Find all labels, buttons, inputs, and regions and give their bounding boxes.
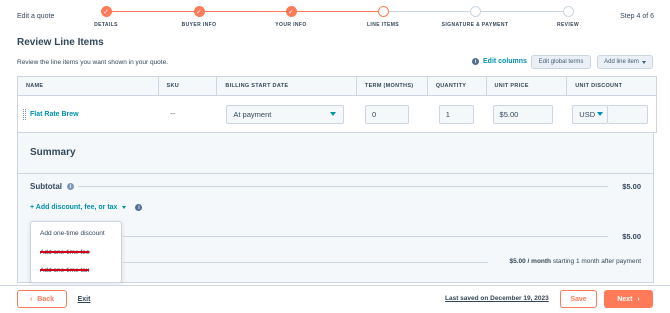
pending-step-dot (562, 6, 574, 17)
total-value: $5.00 (622, 232, 641, 241)
term-input[interactable]: 0 (364, 104, 409, 124)
step-details[interactable]: ✓ DETAILS (66, 6, 146, 28)
column-header-unit-discount[interactable]: UNIT DISCOUNT (567, 77, 656, 95)
unit-discount-input[interactable] (608, 104, 649, 124)
menu-item-add-fee[interactable]: Add one-time fee (40, 249, 90, 256)
step-signature-payment[interactable]: SIGNATURE & PAYMENT (435, 6, 515, 28)
caret-down-icon (122, 206, 127, 209)
save-button[interactable]: Save (560, 290, 597, 308)
chevron-right-icon: › (637, 295, 640, 303)
subtotal-label-group: Subtotal i (30, 182, 74, 191)
recurring-billing-text: $5.00 / month starting 1 month after pay… (509, 258, 641, 265)
add-discount-dropdown-menu: Add one-time discount Add one-time fee A… (30, 221, 122, 283)
subtotal-label: Subtotal (30, 182, 62, 191)
progress-track-completed (106, 11, 383, 12)
step-line-items[interactable]: LINE ITEMS (343, 6, 423, 28)
line-item-name-link[interactable]: Flat Rate Brew (30, 111, 79, 118)
subtotal-value: $5.00 (622, 182, 641, 191)
caret-down-icon (641, 60, 646, 64)
summary-title: Summary (30, 147, 76, 158)
check-icon: ✓ (100, 6, 112, 17)
section-description: Review the line items you want shown in … (17, 59, 169, 66)
column-header-unit-price[interactable]: UNIT PRICE (487, 77, 568, 95)
edit-columns-button[interactable]: i Edit columns (472, 58, 527, 65)
edit-global-terms-button[interactable]: Edit global terms (531, 55, 591, 69)
quote-progress-header: Edit a quote ✓ DETAILS ✓ BUYER INFO ✓ YO… (0, 0, 670, 33)
billing-start-value: At payment (233, 109, 272, 119)
check-icon: ✓ (285, 6, 297, 17)
edit-columns-label: Edit columns (483, 58, 527, 65)
line-item-sku: -- (170, 110, 176, 118)
next-button[interactable]: Next › (604, 290, 653, 308)
caret-down-icon (330, 112, 337, 116)
info-icon[interactable]: i (67, 183, 74, 190)
column-header-name[interactable]: NAME (18, 77, 159, 95)
table-header: NAME SKU BILLING START DATE TERM (MONTHS… (17, 76, 657, 96)
divider (123, 236, 608, 237)
step-your-info[interactable]: ✓ YOUR INFO (251, 6, 331, 28)
caret-down-icon (597, 112, 604, 116)
info-icon: i (472, 58, 479, 65)
back-button[interactable]: ‹ Back (17, 290, 67, 308)
column-header-quantity[interactable]: QUANTITY (428, 77, 487, 95)
line-items-table: NAME SKU BILLING START DATE TERM (MONTHS… (17, 76, 657, 133)
divider (78, 186, 608, 187)
back-label: Back (37, 295, 55, 303)
pending-step-dot (469, 6, 481, 17)
step-indicator: Step 4 of 6 (620, 13, 654, 20)
info-icon[interactable]: i (135, 204, 143, 211)
step-label: LINE ITEMS (366, 22, 400, 28)
step-label: SIGNATURE & PAYMENT (441, 22, 509, 28)
step-label: YOUR INFO (275, 22, 307, 28)
currency-value: USD (579, 109, 596, 119)
section-title: Review Line Items (17, 37, 104, 48)
divider (123, 262, 488, 263)
recurring-amount: $5.00 / month (509, 258, 552, 265)
last-saved-link[interactable]: Last saved on December 19, 2023 (445, 295, 549, 302)
step-label: BUYER INFO (181, 22, 217, 28)
quantity-input[interactable]: 1 (438, 104, 474, 124)
table-row: Flat Rate Brew -- At payment 0 1 $5.00 U… (17, 96, 657, 133)
add-discount-label: + Add discount, fee, or tax (30, 204, 118, 211)
add-discount-fee-tax-button[interactable]: + Add discount, fee, or tax i (30, 204, 143, 211)
divider (18, 173, 653, 174)
unit-price-input[interactable]: $5.00 (492, 104, 553, 124)
current-step-dot (377, 6, 389, 17)
step-label: REVIEW (556, 22, 580, 28)
menu-item-add-discount[interactable]: Add one-time discount (40, 230, 105, 237)
step-label: DETAILS (94, 22, 118, 28)
add-line-item-label: Add line item (604, 59, 639, 65)
next-label: Next (617, 295, 633, 303)
column-header-billing-start[interactable]: BILLING START DATE (217, 77, 357, 95)
exit-link[interactable]: Exit (77, 290, 91, 308)
drag-handle-icon[interactable] (23, 109, 26, 120)
edit-global-terms-label: Edit global terms (538, 59, 584, 65)
add-line-item-button[interactable]: Add line item (597, 55, 653, 69)
page-title: Edit a quote (17, 13, 55, 20)
currency-select[interactable]: USD (572, 104, 609, 124)
menu-item-add-tax[interactable]: Add one-time tax (40, 267, 89, 274)
column-header-sku[interactable]: SKU (159, 77, 218, 95)
recurring-description: starting 1 month after payment (552, 258, 641, 265)
check-icon: ✓ (193, 6, 205, 17)
chevron-left-icon: ‹ (29, 295, 33, 303)
column-header-term[interactable]: TERM (MONTHS) (357, 77, 428, 95)
step-buyer-info[interactable]: ✓ BUYER INFO (159, 6, 239, 28)
step-review[interactable]: REVIEW (528, 6, 608, 28)
footer-bar: ‹ Back Exit Last saved on December 19, 2… (0, 285, 670, 313)
billing-start-select[interactable]: At payment (226, 104, 345, 124)
